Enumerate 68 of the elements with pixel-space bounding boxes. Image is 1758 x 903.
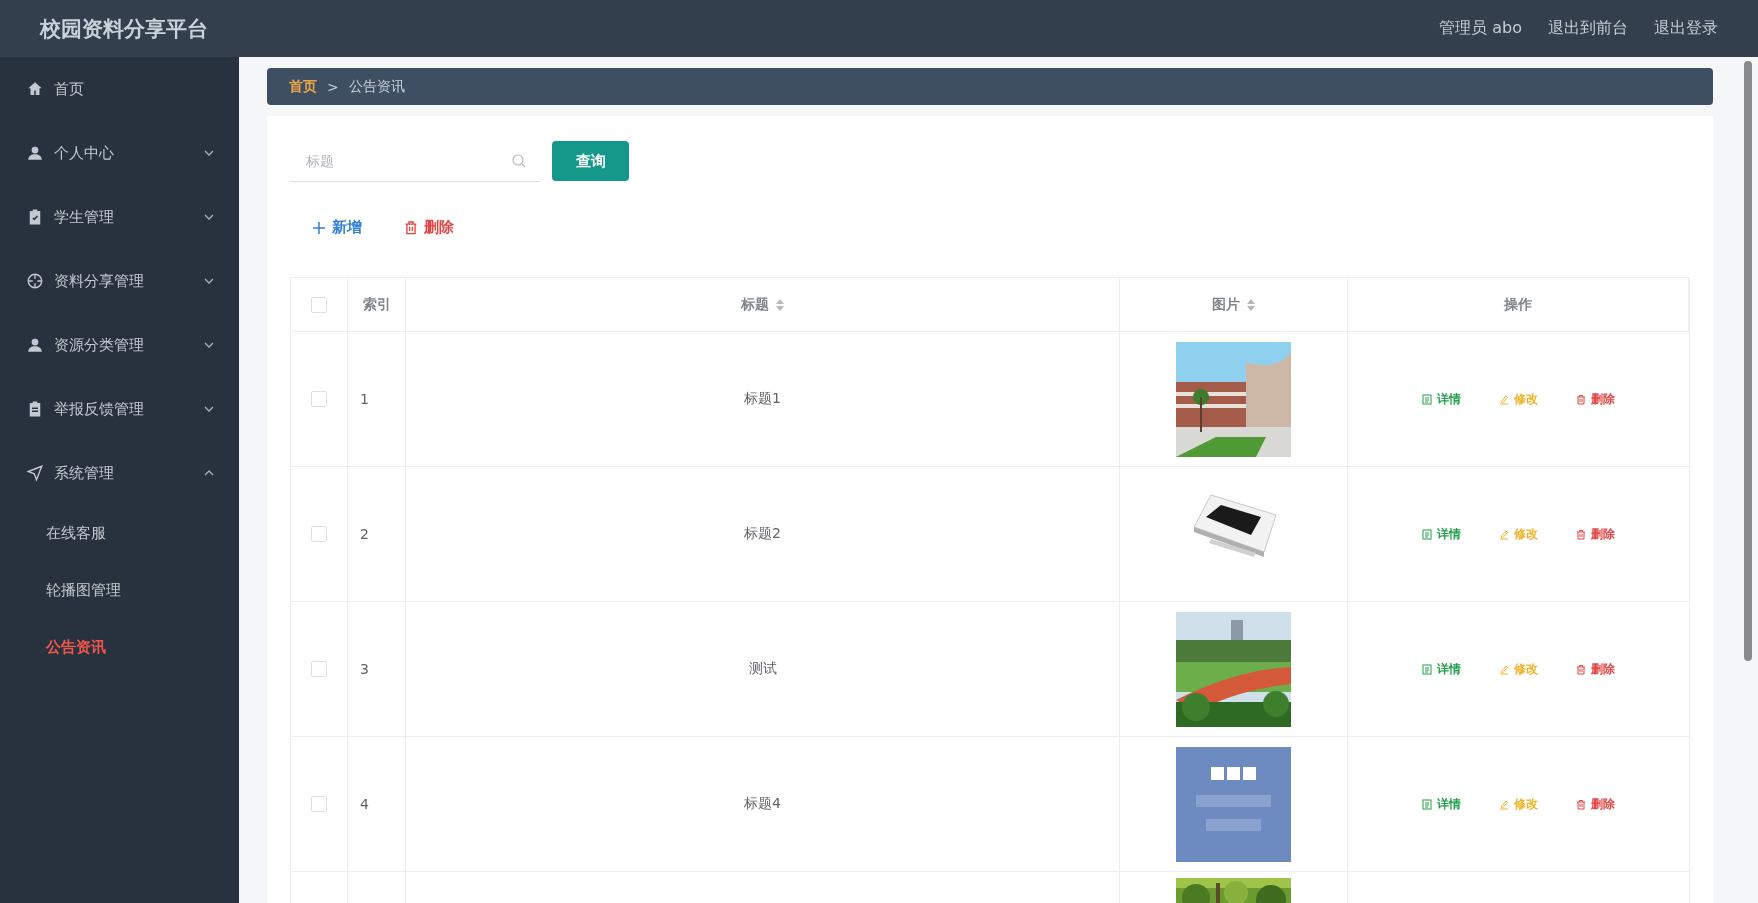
sidebar-subitem[interactable]: 轮播图管理 [0,562,239,619]
trash-icon [1576,798,1586,810]
trash-icon [1576,393,1586,405]
delete-link[interactable]: 删除 [1576,660,1615,678]
search-icon [512,154,526,168]
sidebar-item[interactable]: 资料分享管理 [0,249,239,313]
document-icon [1422,663,1432,675]
person-icon [26,144,44,162]
table-cell: 标题1 [406,332,1120,467]
person-icon [26,336,44,354]
sort-icon[interactable] [774,297,785,312]
trash-icon [1576,663,1586,675]
header-link[interactable]: 退出到前台 [1548,18,1628,39]
row-checkbox[interactable] [311,391,327,407]
sidebar-subitem[interactable]: 公告资讯 [0,619,239,676]
detail-link[interactable]: 详情 [1422,795,1461,813]
breadcrumb-link[interactable]: 首页 [289,77,317,96]
pencil-icon [1499,798,1509,810]
app-title: 校园资料分享平台 [40,15,208,43]
document-icon [1422,528,1432,540]
detail-link[interactable]: 详情 [1422,525,1461,543]
sidebar-item[interactable]: 个人中心 [0,121,239,185]
table-cell: 4 [348,737,406,872]
table-cell: 测试 [406,602,1120,737]
sidebar-subitem[interactable]: 在线客服 [0,505,239,562]
delete-link[interactable]: 删除 [1576,795,1615,813]
delete-link[interactable]: 删除 [1576,390,1615,408]
column-header: 索引 [348,278,406,332]
select-all-checkbox[interactable] [311,296,327,313]
pencil-icon [1499,528,1509,540]
document-icon [1422,798,1432,810]
header-link[interactable]: 退出登录 [1654,18,1718,39]
pencil-icon [1499,663,1509,675]
column-header[interactable]: 标题 [406,278,1120,332]
table-cell: 标题4 [406,737,1120,872]
column-header[interactable]: 图片 [1120,278,1348,332]
detail-link[interactable]: 详情 [1422,660,1461,678]
row-checkbox[interactable] [311,526,327,542]
send-icon [26,464,44,482]
table-cell: 3 [348,602,406,737]
scrollbar-thumb[interactable] [1744,61,1752,661]
row-checkbox[interactable] [311,661,327,677]
sidebar-item[interactable]: 举报反馈管理 [0,377,239,441]
sidebar-item[interactable]: 首页 [0,57,239,121]
sort-icon[interactable] [1245,297,1256,312]
column-header: 操作 [1348,278,1689,332]
sidebar-item[interactable]: 系统管理 [0,441,239,505]
crosshair-icon [26,272,44,290]
delete-button[interactable]: 删除 [392,212,466,243]
breadcrumb-current: 公告资讯 [348,77,405,96]
table-cell: 2 [348,467,406,602]
document-icon [1422,393,1432,405]
pencil-icon [1499,393,1509,405]
header-link[interactable]: 管理员 abo [1439,18,1522,39]
detail-link[interactable]: 详情 [1422,390,1461,408]
trash-icon [1576,528,1586,540]
add-button[interactable]: 新增 [300,212,374,243]
row-checkbox[interactable] [311,796,327,812]
home-icon [26,80,44,98]
query-button[interactable]: 查询 [552,141,629,181]
delete-link[interactable]: 删除 [1576,525,1615,543]
table-cell: 标题2 [406,467,1120,602]
sidebar-item[interactable]: 资源分类管理 [0,313,239,377]
sidebar-item[interactable]: 学生管理 [0,185,239,249]
plus-icon [312,220,326,235]
table-cell: 1 [348,332,406,467]
trash-icon [404,220,418,235]
breadcrumb-separator: > [327,78,339,95]
